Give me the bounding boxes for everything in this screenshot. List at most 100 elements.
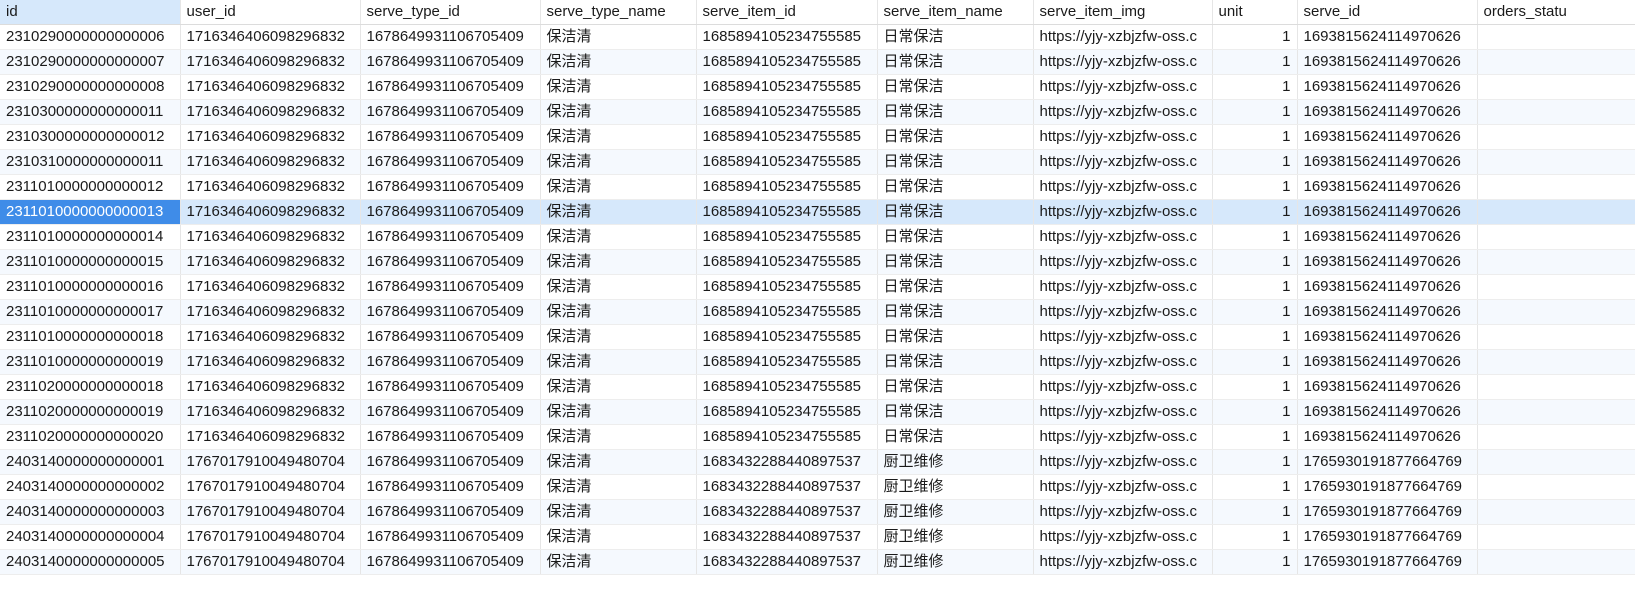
cell-serve-id[interactable]: 1765930191877664769 <box>1297 474 1478 500</box>
cell-serve-id[interactable]: 1693815624114970626 <box>1297 224 1478 250</box>
cell-id[interactable]: 2311010000000000013 <box>0 199 181 225</box>
cell-id[interactable]: 2310290000000000008 <box>0 74 181 100</box>
cell-serve-item-img[interactable]: https://yjy-xzbjzfw-oss.c <box>1033 449 1213 475</box>
cell-serve-type-name[interactable]: 保洁清 <box>540 99 697 125</box>
cell-serve-id[interactable]: 1693815624114970626 <box>1297 124 1478 150</box>
cell-serve-item-img[interactable]: https://yjy-xzbjzfw-oss.c <box>1033 549 1213 575</box>
cell-serve-type-name[interactable]: 保洁清 <box>540 524 697 550</box>
cell-user-id[interactable]: 1716346406098296832 <box>180 199 361 225</box>
cell-serve-item-name[interactable]: 日常保洁 <box>877 374 1034 400</box>
cell-id[interactable]: 2403140000000000003 <box>0 499 181 525</box>
cell-unit[interactable]: 1 <box>1212 549 1298 575</box>
cell-serve-id[interactable]: 1693815624114970626 <box>1297 374 1478 400</box>
cell-unit[interactable]: 1 <box>1212 399 1298 425</box>
cell-serve-item-name[interactable]: 厨卫维修 <box>877 549 1034 575</box>
cell-serve-type-name[interactable]: 保洁清 <box>540 399 697 425</box>
cell-unit[interactable]: 1 <box>1212 49 1298 75</box>
cell-serve-id[interactable]: 1693815624114970626 <box>1297 274 1478 300</box>
cell-id[interactable]: 2311010000000000017 <box>0 299 181 325</box>
cell-orders-status[interactable] <box>1477 199 1635 225</box>
cell-user-id[interactable]: 1716346406098296832 <box>180 124 361 150</box>
cell-unit[interactable]: 1 <box>1212 149 1298 175</box>
column-header-serve-item-name[interactable]: serve_item_name <box>877 0 1034 25</box>
cell-id[interactable]: 2403140000000000002 <box>0 474 181 500</box>
cell-serve-type-name[interactable]: 保洁清 <box>540 249 697 275</box>
cell-serve-item-name[interactable]: 日常保洁 <box>877 149 1034 175</box>
column-header-unit[interactable]: unit <box>1212 0 1298 25</box>
cell-serve-item-id[interactable]: 1683432288440897537 <box>696 499 878 525</box>
cell-serve-item-id[interactable]: 1685894105234755585 <box>696 174 878 200</box>
cell-serve-item-img[interactable]: https://yjy-xzbjzfw-oss.c <box>1033 99 1213 125</box>
cell-serve-item-name[interactable]: 日常保洁 <box>877 274 1034 300</box>
cell-orders-status[interactable] <box>1477 549 1635 575</box>
cell-serve-type-id[interactable]: 1678649931106705409 <box>360 449 541 475</box>
cell-serve-id[interactable]: 1693815624114970626 <box>1297 174 1478 200</box>
cell-serve-item-name[interactable]: 日常保洁 <box>877 224 1034 250</box>
cell-serve-item-id[interactable]: 1685894105234755585 <box>696 49 878 75</box>
cell-orders-status[interactable] <box>1477 224 1635 250</box>
cell-serve-type-name[interactable]: 保洁清 <box>540 74 697 100</box>
cell-serve-item-img[interactable]: https://yjy-xzbjzfw-oss.c <box>1033 24 1213 50</box>
column-header-orders-status[interactable]: orders_statu <box>1477 0 1635 25</box>
cell-serve-item-id[interactable]: 1685894105234755585 <box>696 99 878 125</box>
table-row[interactable]: 2311010000000000019 1716346406098296832 16… <box>0 349 1635 375</box>
table-row[interactable]: 2310290000000000008 1716346406098296832 16… <box>0 74 1635 100</box>
table-row[interactable]: 2403140000000000005 1767017910049480704 16… <box>0 549 1635 575</box>
cell-user-id[interactable]: 1716346406098296832 <box>180 299 361 325</box>
cell-serve-item-img[interactable]: https://yjy-xzbjzfw-oss.c <box>1033 474 1213 500</box>
cell-serve-type-id[interactable]: 1678649931106705409 <box>360 424 541 450</box>
cell-orders-status[interactable] <box>1477 399 1635 425</box>
cell-orders-status[interactable] <box>1477 374 1635 400</box>
cell-serve-type-id[interactable]: 1678649931106705409 <box>360 249 541 275</box>
cell-serve-item-img[interactable]: https://yjy-xzbjzfw-oss.c <box>1033 174 1213 200</box>
cell-id[interactable]: 2311010000000000018 <box>0 324 181 350</box>
cell-orders-status[interactable] <box>1477 249 1635 275</box>
cell-serve-type-name[interactable]: 保洁清 <box>540 274 697 300</box>
cell-serve-item-id[interactable]: 1685894105234755585 <box>696 399 878 425</box>
cell-serve-item-id[interactable]: 1685894105234755585 <box>696 349 878 375</box>
cell-serve-item-name[interactable]: 厨卫维修 <box>877 524 1034 550</box>
cell-serve-item-img[interactable]: https://yjy-xzbjzfw-oss.c <box>1033 124 1213 150</box>
cell-unit[interactable]: 1 <box>1212 474 1298 500</box>
cell-orders-status[interactable] <box>1477 99 1635 125</box>
cell-user-id[interactable]: 1767017910049480704 <box>180 524 361 550</box>
cell-serve-id[interactable]: 1693815624114970626 <box>1297 399 1478 425</box>
cell-unit[interactable]: 1 <box>1212 199 1298 225</box>
cell-serve-type-id[interactable]: 1678649931106705409 <box>360 199 541 225</box>
cell-user-id[interactable]: 1716346406098296832 <box>180 424 361 450</box>
cell-serve-item-name[interactable]: 日常保洁 <box>877 299 1034 325</box>
table-row[interactable]: 2310300000000000012 1716346406098296832 16… <box>0 124 1635 150</box>
cell-serve-type-id[interactable]: 1678649931106705409 <box>360 74 541 100</box>
cell-serve-item-img[interactable]: https://yjy-xzbjzfw-oss.c <box>1033 49 1213 75</box>
cell-orders-status[interactable] <box>1477 49 1635 75</box>
cell-serve-type-name[interactable]: 保洁清 <box>540 199 697 225</box>
cell-serve-id[interactable]: 1693815624114970626 <box>1297 424 1478 450</box>
cell-user-id[interactable]: 1716346406098296832 <box>180 49 361 75</box>
cell-unit[interactable]: 1 <box>1212 99 1298 125</box>
cell-serve-item-img[interactable]: https://yjy-xzbjzfw-oss.c <box>1033 349 1213 375</box>
cell-serve-type-id[interactable]: 1678649931106705409 <box>360 174 541 200</box>
table-row[interactable]: 2310290000000000007 1716346406098296832 16… <box>0 49 1635 75</box>
cell-id[interactable]: 2311020000000000019 <box>0 399 181 425</box>
cell-id[interactable]: 2311010000000000019 <box>0 349 181 375</box>
cell-serve-item-name[interactable]: 日常保洁 <box>877 99 1034 125</box>
cell-serve-type-name[interactable]: 保洁清 <box>540 49 697 75</box>
cell-id[interactable]: 2311010000000000014 <box>0 224 181 250</box>
cell-id[interactable]: 2310290000000000006 <box>0 24 181 50</box>
cell-unit[interactable]: 1 <box>1212 274 1298 300</box>
cell-serve-type-id[interactable]: 1678649931106705409 <box>360 149 541 175</box>
cell-orders-status[interactable] <box>1477 349 1635 375</box>
cell-orders-status[interactable] <box>1477 324 1635 350</box>
cell-serve-type-id[interactable]: 1678649931106705409 <box>360 99 541 125</box>
cell-serve-type-id[interactable]: 1678649931106705409 <box>360 24 541 50</box>
cell-serve-item-img[interactable]: https://yjy-xzbjzfw-oss.c <box>1033 499 1213 525</box>
cell-serve-type-id[interactable]: 1678649931106705409 <box>360 499 541 525</box>
cell-unit[interactable]: 1 <box>1212 324 1298 350</box>
cell-serve-id[interactable]: 1765930191877664769 <box>1297 524 1478 550</box>
cell-serve-item-id[interactable]: 1685894105234755585 <box>696 149 878 175</box>
cell-id[interactable]: 2403140000000000004 <box>0 524 181 550</box>
cell-serve-id[interactable]: 1693815624114970626 <box>1297 24 1478 50</box>
cell-serve-item-id[interactable]: 1685894105234755585 <box>696 424 878 450</box>
cell-serve-type-id[interactable]: 1678649931106705409 <box>360 224 541 250</box>
cell-serve-item-name[interactable]: 日常保洁 <box>877 199 1034 225</box>
